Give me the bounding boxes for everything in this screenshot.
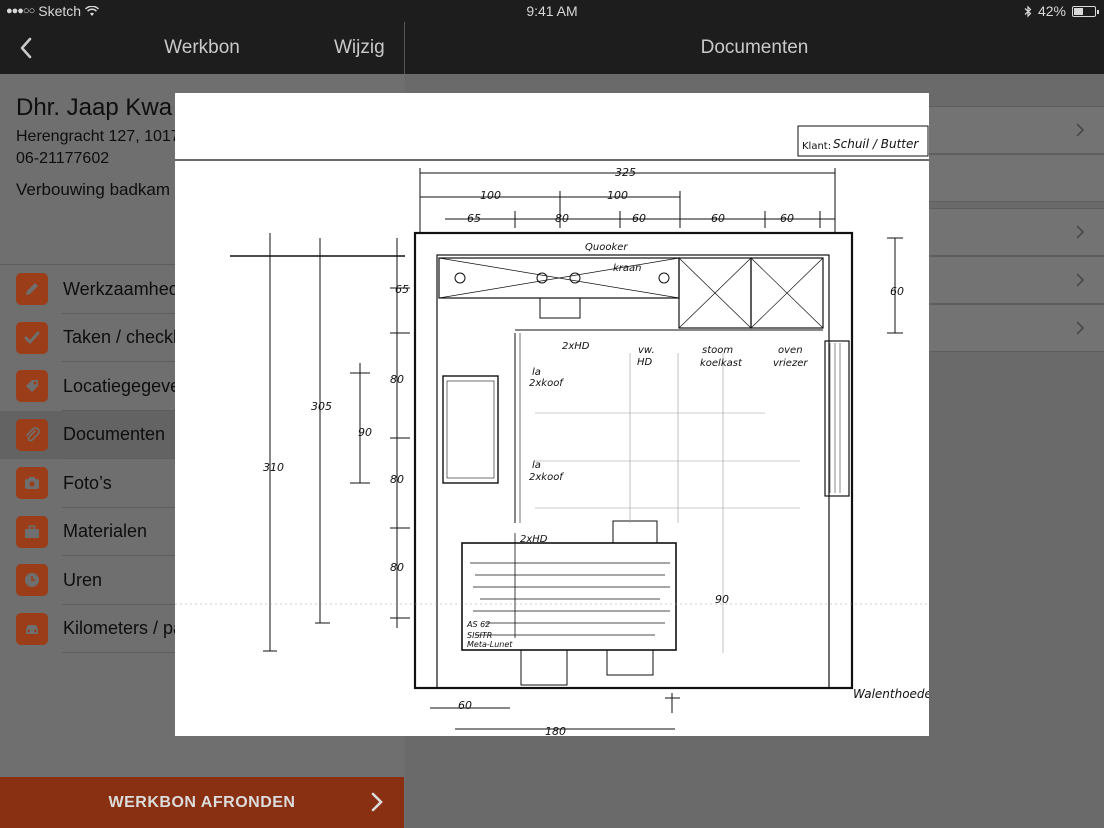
client-label: Klant: [802, 141, 831, 152]
chevron-right-icon [1076, 321, 1085, 335]
dim-left-c: 80 [390, 473, 404, 486]
finish-workorder-button[interactable]: WERKBON AFRONDEN [0, 777, 404, 828]
note-2xhd-island: 2xHD [520, 534, 548, 545]
menu-item-label: Uren [63, 569, 103, 590]
note-la2-koof: 2xkoof [529, 472, 564, 483]
dim-left-b: 90 [358, 426, 372, 439]
workorder-title: Werkbon [164, 37, 240, 58]
signature: Walenthoeder [853, 687, 929, 701]
dim-left-inner: 305 [311, 400, 332, 413]
note-spec2: SISITR [467, 631, 492, 640]
pencil-icon [16, 273, 48, 306]
menu-item-label: Kilometers / pa [63, 618, 184, 639]
chevron-right-icon [1076, 123, 1085, 137]
menu-item-label: Werkzaamhed [63, 278, 179, 299]
client-name: Schuil / Butter [833, 137, 919, 151]
note-vriezer: vriezer [773, 358, 808, 369]
car-icon [16, 612, 48, 645]
note-2xhd: 2xHD [562, 341, 590, 352]
chevron-right-icon [1076, 225, 1085, 239]
note-spec1: AS 62 [466, 620, 490, 629]
island [461, 542, 677, 651]
dim-top-a: 100 [480, 189, 501, 202]
briefcase-icon [16, 515, 48, 548]
workorder-navbar: Werkbon Wijzig [0, 22, 404, 74]
back-chevron-icon[interactable] [14, 34, 40, 62]
status-bar: ●●●○○ Sketch 9:41 AM 42% [0, 0, 1104, 22]
dim-left-a: 80 [390, 373, 404, 386]
documents-navbar: Documenten [405, 22, 1104, 74]
note-la1: la [532, 367, 541, 378]
dim-bottom-b: 180 [545, 725, 566, 736]
edit-button[interactable]: Wijzig [334, 37, 385, 59]
dim-left-total: 310 [263, 461, 284, 474]
battery-percent: 42% [1037, 3, 1066, 19]
menu-item-label: Materialen [63, 521, 148, 542]
paperclip-icon [16, 418, 48, 451]
menu-item-label: Documenten [63, 424, 166, 445]
dim-seg1: 65 [467, 212, 481, 225]
note-koelkast: koelkast [700, 358, 743, 369]
dim-mid: 90 [715, 593, 729, 606]
dim-seg5: 60 [780, 212, 794, 225]
dim-top-total: 325 [615, 166, 636, 179]
camera-icon [16, 467, 48, 500]
status-time: 9:41 AM [526, 3, 578, 19]
note-spec3: Meta-Lunet [467, 640, 513, 649]
clock-icon [16, 564, 48, 597]
dim-top-b: 100 [607, 189, 628, 202]
dim-seg2: 80 [555, 212, 569, 225]
note-stoom: stoom [702, 345, 733, 356]
dim-seg4: 60 [711, 212, 725, 225]
floorplan-drawing: Klant: Schuil / Butter 325 100 100 65 80… [175, 125, 929, 736]
chevron-right-icon [1076, 273, 1085, 287]
finish-workorder-label: WERKBON AFRONDEN [108, 793, 296, 811]
note-hd: HD [637, 357, 653, 368]
note-quooker: Quooker [585, 242, 628, 253]
bluetooth-icon [1024, 5, 1032, 17]
dim-seg3: 60 [632, 212, 646, 225]
tag-icon [16, 370, 48, 403]
document-preview[interactable]: Klant: Schuil / Butter 325 100 100 65 80… [175, 93, 929, 736]
dim-left-d: 80 [390, 561, 404, 574]
note-kraan: kraan [613, 263, 642, 274]
note-vw: vw. [638, 345, 655, 356]
chevron-right-icon [371, 792, 383, 812]
menu-item-label: Taken / checkl [63, 327, 178, 348]
menu-item-label: Foto’s [63, 472, 112, 493]
status-right: 42% [1024, 3, 1099, 19]
note-oven: oven [778, 345, 803, 356]
dim-left-top: 65 [395, 283, 409, 296]
dim-right-top: 60 [890, 285, 904, 298]
menu-item-label: Locatiegegeve [63, 375, 181, 396]
documents-title: Documenten [700, 37, 809, 58]
dim-bottom-a: 60 [458, 699, 472, 712]
battery-icon [1072, 5, 1099, 17]
left-dimensions [230, 233, 410, 652]
checkmark-icon [16, 321, 48, 354]
note-la2: la [532, 460, 541, 471]
note-la1-koof: 2xkoof [529, 378, 564, 389]
